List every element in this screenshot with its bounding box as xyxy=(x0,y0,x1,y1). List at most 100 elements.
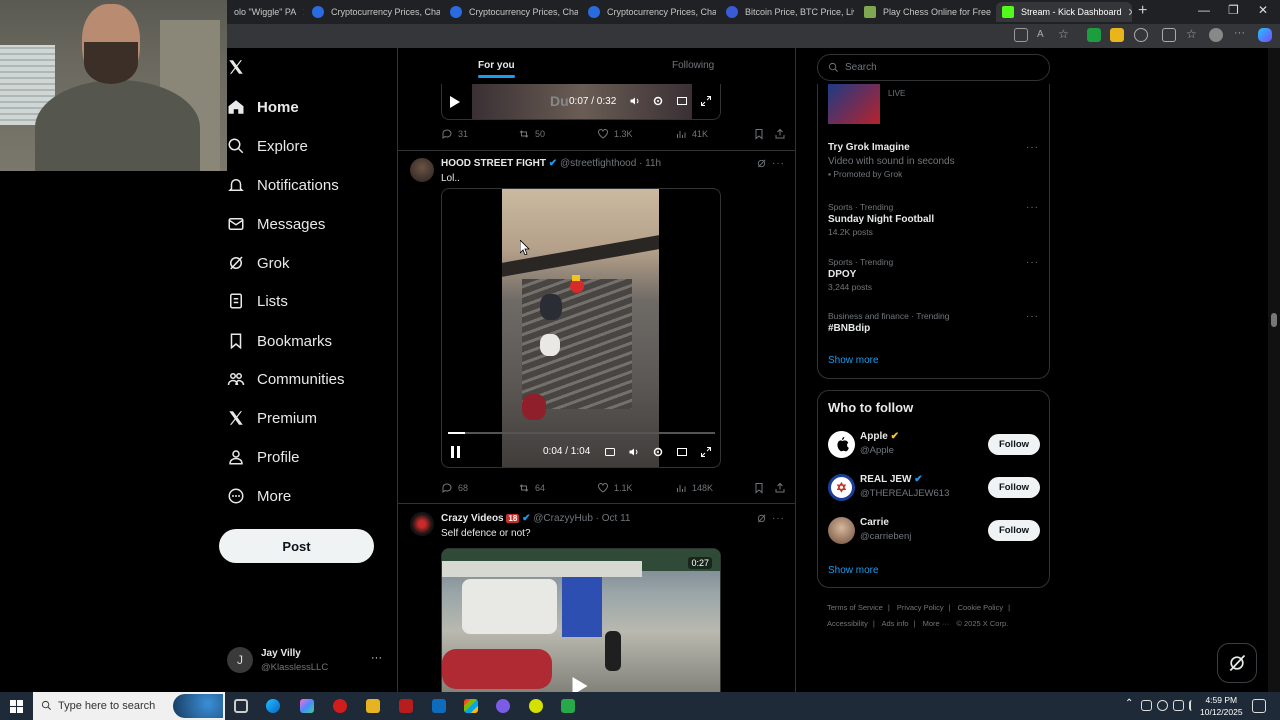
tweet-crazy-videos[interactable]: Crazy Videos 18 ✔ @CrazyyHub · Oct 11 ··… xyxy=(398,508,795,692)
volume-icon[interactable] xyxy=(628,446,640,458)
tray-chevron-icon[interactable]: ⌃ xyxy=(1125,698,1133,709)
live-event-thumbnail[interactable] xyxy=(828,84,880,124)
more-options-icon[interactable]: ··· xyxy=(772,158,785,169)
pause-icon[interactable] xyxy=(451,446,461,458)
close-tab-icon[interactable]: ✕ xyxy=(991,6,992,19)
pip-icon[interactable] xyxy=(676,95,688,107)
windows-start-icon[interactable] xyxy=(10,700,23,713)
edge-icon[interactable] xyxy=(266,699,280,713)
browser-tab[interactable]: olo "Wiggle" PA✕ xyxy=(228,2,304,22)
page-scrollbar[interactable] xyxy=(1268,48,1280,692)
discord-icon[interactable] xyxy=(496,699,510,713)
task-view-icon[interactable] xyxy=(234,699,248,713)
more-options-icon[interactable]: ··· xyxy=(1026,257,1039,268)
volume-icon[interactable] xyxy=(1189,700,1200,711)
follow-button[interactable]: Follow xyxy=(988,477,1040,498)
avatar[interactable] xyxy=(410,512,434,536)
notification-center-icon[interactable] xyxy=(1252,699,1266,713)
obs-icon[interactable] xyxy=(561,699,575,713)
more-options-icon[interactable]: ··· xyxy=(1026,142,1039,153)
copilot-icon[interactable] xyxy=(1258,28,1272,42)
trend-item[interactable]: Sports · Trending Sunday Night Football … xyxy=(828,202,1038,237)
follow-suggestion[interactable]: ✡ REAL JEW ✔ @THEREALJEW613 Follow xyxy=(828,472,1040,504)
file-explorer-icon[interactable] xyxy=(366,699,380,713)
trend-item[interactable]: Business and finance · Trending #BNBdip xyxy=(828,311,1038,334)
extension-icon[interactable] xyxy=(1087,28,1101,42)
repost-button[interactable]: 64 xyxy=(518,482,545,494)
favorites-icon[interactable]: ☆ xyxy=(1186,27,1200,41)
trend-item[interactable]: Try Grok Imagine Video with sound in sec… xyxy=(828,142,1038,179)
grok-analyze-icon[interactable] xyxy=(756,158,767,169)
browser-menu-icon[interactable]: ··· xyxy=(1234,27,1248,41)
show-more-link[interactable]: Show more xyxy=(828,355,879,366)
views-button[interactable]: 41K xyxy=(675,128,708,140)
pip-icon[interactable] xyxy=(676,446,688,458)
extension-icon[interactable] xyxy=(1110,28,1124,42)
tweet-previous[interactable]: Du 0:07 / 0:32 31 50 1.3K 41K xyxy=(398,84,795,150)
maximize-button[interactable]: ❐ xyxy=(1228,3,1239,17)
trend-item[interactable]: Sports · Trending DPOY 3,244 posts xyxy=(828,257,1038,292)
copilot-icon[interactable] xyxy=(300,699,314,713)
tab-following[interactable]: Following xyxy=(672,60,714,71)
browser-tab-active[interactable]: Stream - Kick Dashboard✕ xyxy=(996,2,1132,22)
extensions-puzzle-icon[interactable] xyxy=(1134,28,1148,42)
settings-gear-icon[interactable] xyxy=(652,95,664,107)
nav-premium[interactable]: Premium xyxy=(227,403,317,433)
like-button[interactable]: 1.3K xyxy=(597,128,633,140)
avatar[interactable] xyxy=(410,158,434,182)
system-clock[interactable]: 4:59 PM 10/12/2025 xyxy=(1200,694,1243,718)
tweet-author-line[interactable]: Crazy Videos 18 ✔ @CrazyyHub · Oct 11 xyxy=(441,513,630,524)
browser-tab[interactable]: Play Chess Online for Free✕ xyxy=(858,2,992,22)
close-window-button[interactable]: ✕ xyxy=(1258,3,1268,17)
app-icon[interactable] xyxy=(529,699,543,713)
nav-lists[interactable]: Lists xyxy=(227,286,288,316)
profile-avatar[interactable] xyxy=(1209,28,1223,42)
microphone-icon[interactable] xyxy=(1157,700,1168,711)
tweet-video[interactable]: Du 0:07 / 0:32 xyxy=(441,84,721,120)
more-options-icon[interactable]: ··· xyxy=(1026,202,1039,213)
nav-notifications[interactable]: Notifications xyxy=(227,170,339,200)
app-available-icon[interactable] xyxy=(1014,28,1028,42)
reply-button[interactable]: 31 xyxy=(441,128,468,140)
fullscreen-icon[interactable] xyxy=(700,446,712,458)
nav-grok[interactable]: Grok xyxy=(227,248,290,278)
split-screen-icon[interactable] xyxy=(1162,28,1176,42)
more-options-icon[interactable]: ··· xyxy=(1026,311,1039,322)
footer-link[interactable]: Terms of Service xyxy=(827,603,883,612)
network-icon[interactable] xyxy=(1173,700,1184,711)
tweet-hood-street-fight[interactable]: HOOD STREET FIGHT ✔ @streetfighthood · 1… xyxy=(398,154,795,500)
account-menu-icon[interactable]: ··· xyxy=(371,652,382,664)
nav-home[interactable]: Home xyxy=(227,92,299,122)
captions-icon[interactable] xyxy=(604,446,616,458)
bookmark-button[interactable] xyxy=(753,482,770,494)
browser-tab[interactable]: Cryptocurrency Prices, Char✕ xyxy=(306,2,440,22)
grok-analyze-icon[interactable] xyxy=(756,513,767,524)
minimize-button[interactable]: — xyxy=(1198,3,1210,17)
new-tab-button[interactable]: + xyxy=(1138,2,1147,20)
footer-link[interactable]: Ads info xyxy=(881,619,908,628)
scrollbar-thumb[interactable] xyxy=(1271,313,1277,327)
more-options-icon[interactable]: ··· xyxy=(772,513,785,524)
fullscreen-icon[interactable] xyxy=(700,95,712,107)
store-icon[interactable] xyxy=(464,699,478,713)
close-tab-icon[interactable]: ✕ xyxy=(1122,6,1132,19)
views-button[interactable]: 148K xyxy=(675,482,713,494)
search-input[interactable]: Search xyxy=(817,54,1050,81)
bookmark-button[interactable] xyxy=(753,128,770,140)
tray-app-icon[interactable] xyxy=(1141,700,1152,711)
footer-link[interactable]: Accessibility xyxy=(827,619,868,628)
nav-more[interactable]: More xyxy=(227,481,291,511)
play-icon[interactable] xyxy=(450,96,460,108)
show-more-link[interactable]: Show more xyxy=(828,565,879,576)
follow-button[interactable]: Follow xyxy=(988,520,1040,541)
opera-icon[interactable] xyxy=(333,699,347,713)
taskbar-search-input[interactable]: Type here to search xyxy=(33,692,225,720)
x-logo-icon[interactable] xyxy=(227,58,247,78)
browser-tab[interactable]: Cryptocurrency Prices, Char✕ xyxy=(582,2,716,22)
post-button[interactable]: Post xyxy=(219,529,374,563)
follow-suggestion[interactable]: Carrie @carriebenj Follow xyxy=(828,515,1040,547)
footer-link[interactable]: More ··· xyxy=(923,619,950,628)
play-icon[interactable] xyxy=(572,677,588,692)
tweet-author-line[interactable]: HOOD STREET FIGHT ✔ @streetfighthood · 1… xyxy=(441,158,661,169)
favorite-star-icon[interactable]: ☆ xyxy=(1058,27,1072,41)
